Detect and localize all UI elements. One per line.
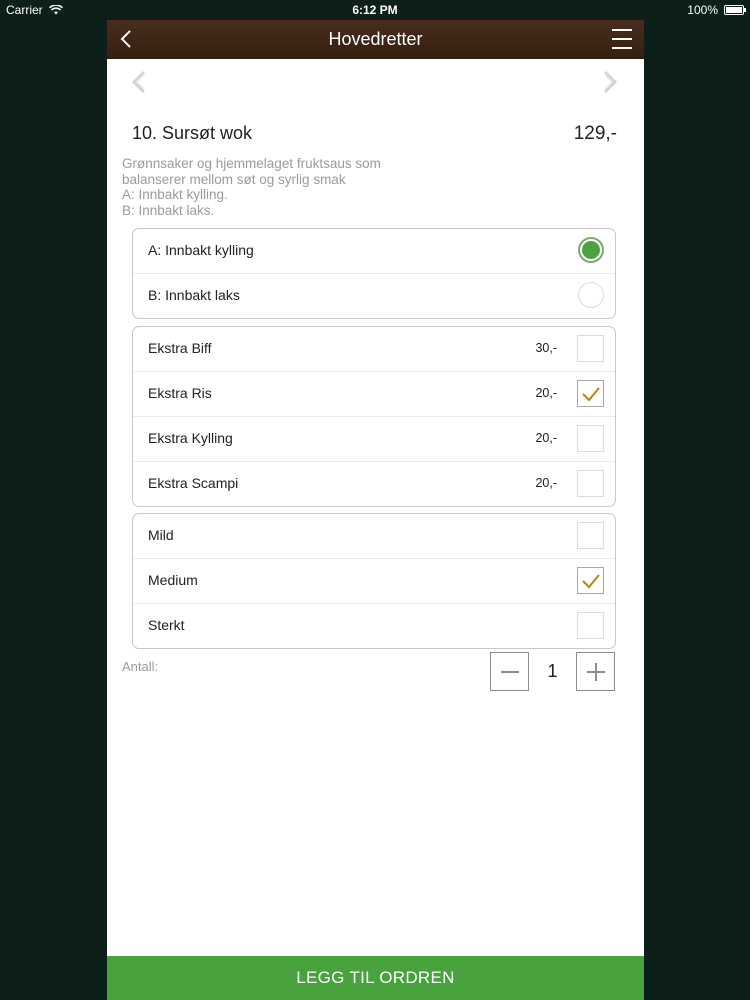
variant-option-label: A: Innbakt kylling — [148, 242, 254, 258]
extra-option-price: 20,- — [535, 476, 557, 490]
checkmark-icon — [582, 387, 600, 402]
extra-option-price: 30,- — [535, 341, 557, 355]
page-title: Hovedretter — [328, 29, 423, 49]
spice-option-row[interactable]: Sterkt — [133, 603, 615, 648]
extra-option-label: Ekstra Biff — [148, 340, 212, 356]
navigation-bar: Hovedretter — [107, 20, 644, 59]
checkbox-unchecked-icon[interactable] — [577, 522, 604, 549]
spice-option-row[interactable]: Medium — [133, 558, 615, 603]
variant-option-label: B: Innbakt laks — [148, 287, 240, 303]
quantity-increase-button[interactable] — [576, 652, 615, 691]
add-to-order-button[interactable]: LEGG TIL ORDREN — [107, 956, 644, 1000]
extra-option-row[interactable]: Ekstra Scampi 20,- — [133, 461, 615, 506]
variant-option-row[interactable]: A: Innbakt kylling — [133, 229, 615, 273]
minus-icon — [501, 671, 519, 673]
item-title: 10. Sursøt wok — [132, 123, 253, 143]
next-item-arrow-icon[interactable] — [600, 70, 620, 94]
back-chevron-icon[interactable] — [117, 28, 137, 50]
extras-options-group: Ekstra Biff 30,- Ekstra Ris 20,- Ekstra … — [132, 326, 616, 507]
description-line: balanserer mellom søt og syrlig smak — [122, 171, 346, 187]
status-bar: Carrier 6:12 PM 100% — [0, 0, 750, 20]
item-description: Grønnsaker og hjemmelaget fruktsaus som … — [122, 156, 442, 218]
battery-icon — [724, 5, 746, 15]
checkbox-unchecked-icon[interactable] — [577, 470, 604, 497]
description-line: A: Innbakt kylling. — [122, 187, 228, 202]
checkbox-unchecked-icon[interactable] — [577, 335, 604, 362]
extra-option-row[interactable]: Ekstra Kylling 20,- — [133, 416, 615, 461]
radio-unselected-icon[interactable] — [578, 282, 604, 308]
extra-option-price: 20,- — [535, 431, 557, 445]
extra-option-price: 20,- — [535, 386, 557, 400]
extra-option-row[interactable]: Ekstra Ris 20,- — [133, 371, 615, 416]
checkbox-unchecked-icon[interactable] — [577, 425, 604, 452]
plus-icon — [587, 663, 605, 681]
radio-selected-icon[interactable] — [578, 237, 604, 263]
extra-option-label: Ekstra Scampi — [148, 475, 239, 491]
product-panel: Hovedretter 10. Sursøt wok 129,- Grønnsa… — [107, 20, 644, 1000]
spice-level-group: Mild Medium Sterkt — [132, 513, 616, 649]
clock: 6:12 PM — [352, 3, 398, 17]
spice-option-label: Medium — [148, 572, 198, 588]
checkmark-icon — [582, 574, 600, 589]
extra-option-row[interactable]: Ekstra Biff 30,- — [133, 327, 615, 371]
spice-option-label: Sterkt — [148, 617, 185, 633]
description-line: Grønnsaker og hjemmelaget fruktsaus som — [122, 156, 381, 171]
quantity-label: Antall: — [122, 659, 159, 674]
checkbox-checked-icon[interactable] — [577, 380, 604, 407]
hamburger-menu-icon[interactable] — [612, 29, 632, 50]
battery-percent: 100% — [687, 3, 718, 17]
quantity-decrease-button[interactable] — [490, 652, 529, 691]
checkbox-checked-icon[interactable] — [577, 567, 604, 594]
variant-option-row[interactable]: B: Innbakt laks — [133, 273, 615, 318]
quantity-value: 1 — [547, 661, 558, 681]
spice-option-row[interactable]: Mild — [133, 514, 615, 558]
extra-option-label: Ekstra Ris — [148, 385, 212, 401]
variant-options-group: A: Innbakt kylling B: Innbakt laks — [132, 228, 616, 319]
extra-option-label: Ekstra Kylling — [148, 430, 233, 446]
item-price: 129,- — [573, 123, 617, 144]
description-line: B: Innbakt laks. — [122, 202, 215, 218]
spice-option-label: Mild — [148, 527, 174, 543]
checkbox-unchecked-icon[interactable] — [577, 612, 604, 639]
previous-item-arrow-icon[interactable] — [129, 70, 149, 94]
